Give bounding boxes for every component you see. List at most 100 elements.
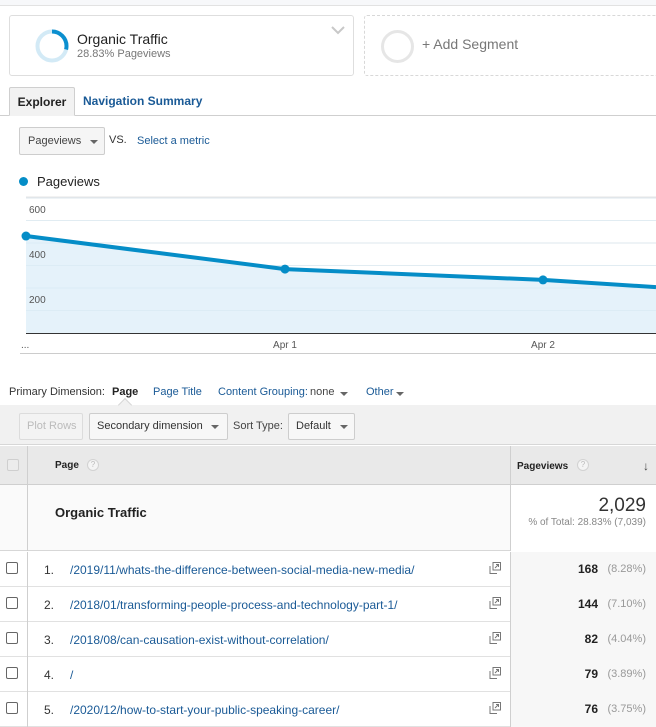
pageviews-value: 144 — [577, 597, 598, 611]
caret-down-icon — [211, 425, 219, 429]
table-row: 3. /2018/08/can-causation-exist-without-c… — [0, 622, 656, 657]
series-area-pageviews — [26, 236, 656, 333]
column-divider — [27, 446, 28, 485]
data-point — [280, 264, 290, 274]
segment-card-organic-traffic[interactable]: Organic Traffic 28.83% Pageviews — [9, 15, 354, 76]
row-checkbox[interactable] — [6, 667, 18, 679]
pageviews-value: 76 — [584, 702, 598, 716]
open-in-new-window-icon[interactable] — [489, 597, 501, 609]
pageviews-value: 82 — [584, 632, 598, 646]
column-divider — [27, 622, 28, 657]
chevron-down-icon[interactable] — [331, 25, 345, 35]
page-link[interactable]: /2018/01/transforming-people-process-and… — [70, 598, 398, 612]
pageviews-percent: (3.89%) — [607, 668, 646, 680]
primary-metric-value: Pageviews — [28, 135, 82, 147]
column-divider — [510, 446, 511, 485]
page-link[interactable]: /2019/11/whats-the-difference-between-so… — [70, 563, 414, 577]
column-divider — [510, 552, 511, 587]
open-in-new-window-icon[interactable] — [489, 632, 501, 644]
pageviews-percent: (3.75%) — [607, 703, 646, 715]
row-checkbox[interactable] — [6, 597, 18, 609]
caret-down-icon — [340, 425, 348, 429]
pageviews-chart: 600 400 200... Apr 1 Apr 2 — [20, 196, 656, 354]
select-metric-link[interactable]: Select a metric — [137, 135, 210, 147]
legend-label-pageviews[interactable]: Pageviews — [37, 174, 100, 189]
page-link[interactable]: / — [70, 668, 73, 682]
column-divider — [510, 587, 511, 622]
table-row: 2. /2018/01/transforming-people-process-a… — [0, 587, 656, 622]
content-grouping-value[interactable]: none — [310, 386, 334, 398]
help-icon[interactable]: ? — [87, 459, 99, 471]
x-tick-label: ... — [21, 340, 29, 351]
sort-type-value: Default — [296, 420, 331, 432]
total-row: Organic Traffic 2,029 % of Total: 28.83%… — [0, 485, 656, 551]
dimension-page[interactable]: Page — [112, 386, 138, 398]
column-header-page[interactable]: Page — [55, 460, 79, 471]
row-checkbox[interactable] — [6, 562, 18, 574]
total-pageviews-cell: 2,029 % of Total: 28.83% (7,039) — [510, 485, 656, 551]
top-bar — [0, 0, 656, 6]
primary-dimension-label: Primary Dimension: — [9, 386, 105, 398]
tab-navigation-summary[interactable]: Navigation Summary — [83, 87, 202, 116]
tab-explorer[interactable]: Explorer — [9, 87, 75, 116]
x-tick-label: Apr 2 — [531, 340, 555, 351]
column-divider — [510, 692, 511, 727]
dimension-page-title[interactable]: Page Title — [153, 386, 202, 398]
table-header: Page ? Pageviews ? ↓ — [0, 446, 656, 485]
column-header-pageviews[interactable]: Pageviews — [517, 461, 568, 472]
caret-down-icon — [90, 140, 98, 144]
primary-metric-select[interactable]: Pageviews — [19, 127, 105, 155]
row-number: 3. — [44, 633, 55, 647]
row-number: 5. — [44, 703, 55, 717]
column-divider — [510, 622, 511, 657]
legend-marker-pageviews — [19, 177, 28, 186]
y-tick-label: 400 — [29, 250, 46, 261]
sort-descending-icon[interactable]: ↓ — [643, 459, 649, 473]
row-number: 1. — [44, 563, 55, 577]
page-link[interactable]: /2020/12/how-to-start-your-public-speaki… — [70, 703, 339, 717]
pageviews-cell: 144 (7.10%) — [510, 587, 656, 622]
open-in-new-window-icon[interactable] — [489, 667, 501, 679]
x-tick-label: Apr 1 — [273, 340, 297, 351]
empty-segment-ring-icon — [381, 30, 414, 63]
pageviews-cell: 82 (4.04%) — [510, 622, 656, 657]
segment-subtitle: 28.83% Pageviews — [77, 48, 171, 60]
table-row: 4. / 79 (3.89%) — [0, 657, 656, 692]
row-checkbox[interactable] — [6, 702, 18, 714]
dimension-other[interactable]: Other — [366, 386, 394, 398]
table-toolbar: Plot Rows Secondary dimension Sort Type:… — [0, 405, 656, 445]
data-point — [21, 231, 31, 241]
segment-title: Organic Traffic — [77, 31, 168, 47]
help-icon[interactable]: ? — [577, 459, 589, 471]
pageviews-value: 79 — [584, 667, 598, 681]
table-row: 5. /2020/12/how-to-start-your-public-spea… — [0, 692, 656, 727]
page-link[interactable]: /2018/08/can-causation-exist-without-cor… — [70, 633, 329, 647]
secondary-dimension-label: Secondary dimension — [97, 420, 203, 432]
pageviews-cell: 168 (8.28%) — [510, 552, 656, 587]
pageviews-cell: 79 (3.89%) — [510, 657, 656, 692]
plot-rows-button[interactable]: Plot Rows — [19, 413, 83, 440]
pageviews-cell: 76 (3.75%) — [510, 692, 656, 727]
data-point — [538, 275, 548, 285]
column-divider — [27, 587, 28, 622]
pageviews-percent: (4.04%) — [607, 633, 646, 645]
pageviews-percent: (8.28%) — [607, 563, 646, 575]
segment-share-ring-icon — [35, 29, 69, 63]
secondary-dimension-select[interactable]: Secondary dimension — [89, 413, 228, 440]
pageviews-percent: (7.10%) — [607, 598, 646, 610]
row-number: 4. — [44, 668, 55, 682]
add-segment-label: + Add Segment — [422, 36, 519, 52]
open-in-new-window-icon[interactable] — [489, 562, 501, 574]
y-tick-label: 200 — [29, 295, 46, 306]
row-checkbox[interactable] — [6, 632, 18, 644]
open-in-new-window-icon[interactable] — [489, 702, 501, 714]
sort-type-label: Sort Type: — [233, 420, 283, 432]
add-segment-button[interactable]: + Add Segment — [364, 15, 656, 76]
sort-type-select[interactable]: Default — [288, 413, 355, 440]
content-grouping-label[interactable]: Content Grouping: — [218, 386, 308, 398]
select-all-checkbox[interactable] — [7, 459, 19, 471]
total-pageviews-share: % of Total: 28.83% (7,039) — [528, 517, 646, 528]
column-divider — [27, 552, 28, 587]
column-divider — [27, 692, 28, 727]
row-number: 2. — [44, 598, 55, 612]
